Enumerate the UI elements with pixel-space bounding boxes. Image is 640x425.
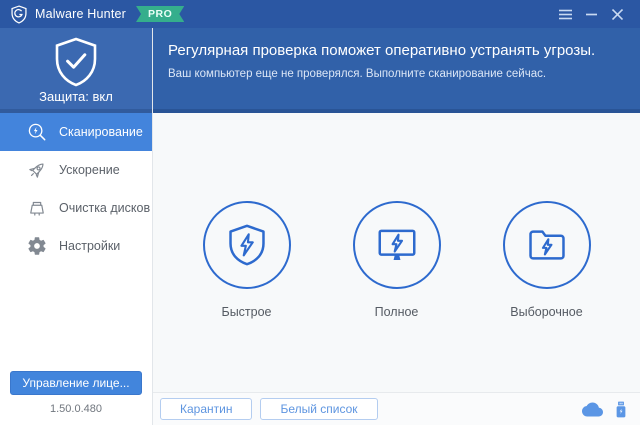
folder-lightning-icon [528,230,565,260]
usb-icon[interactable] [614,401,628,418]
broom-icon [30,201,44,216]
quarantine-button[interactable]: Карантин [160,398,253,420]
shield-check-icon [55,37,97,87]
quick-scan-label: Быстрое [221,305,272,319]
sidebar-item-disk-cleaner[interactable]: Очистка дисков [0,189,152,227]
sidebar-item-scan[interactable]: Сканирование [0,113,152,151]
monitor-lightning-icon [378,229,415,260]
scan-modes-area: Быстрое Полное Выборочное [153,113,640,392]
header-banner: Регулярная проверка поможет оперативно у… [153,28,640,113]
gear-icon [28,237,46,255]
sidebar-item-label: Ускорение [59,163,120,177]
custom-scan-label: Выборочное [510,305,583,319]
whitelist-button[interactable]: Белый список [260,398,378,420]
cloud-icon[interactable] [582,402,603,417]
version-label: 1.50.0.480 [50,403,102,415]
close-button[interactable] [604,3,630,25]
pro-badge: PRO [136,6,184,22]
main-content: Регулярная проверка поможет оперативно у… [152,28,640,425]
footer-bar: Карантин Белый список [153,392,640,425]
full-scan-label: Полное [374,305,419,319]
sidebar-item-label: Сканирование [59,125,143,139]
header-title: Регулярная проверка поможет оперативно у… [168,42,596,59]
sidebar-item-label: Очистка дисков [59,201,151,215]
sidebar-item-boost[interactable]: Ускорение [0,151,152,189]
custom-scan-button[interactable]: Выборочное [499,201,595,319]
shield-lightning-icon [228,224,265,266]
protection-status-label: Защита: вкл [39,89,113,104]
protection-status-panel: Защита: вкл [0,28,152,113]
app-title: Malware Hunter [35,7,127,21]
sidebar: Защита: вкл Сканирование Ускорение Очист… [0,28,152,425]
rocket-icon [29,163,44,178]
manage-license-button[interactable]: Управление лице... [10,371,142,395]
header-subtitle: Ваш компьютер еще не проверялся. Выполни… [168,68,547,80]
titlebar: Malware Hunter PRO [0,0,640,28]
menu-icon[interactable] [552,3,578,25]
app-logo-shield-icon [11,4,27,24]
scan-icon [28,123,46,141]
quick-scan-button[interactable]: Быстрое [199,201,295,319]
sidebar-item-label: Настройки [59,239,121,253]
app-window: Malware Hunter PRO Защита: вкл Сканирова… [0,0,640,425]
minimize-button[interactable] [578,3,604,25]
sidebar-item-settings[interactable]: Настройки [0,227,152,265]
full-scan-button[interactable]: Полное [349,201,445,319]
